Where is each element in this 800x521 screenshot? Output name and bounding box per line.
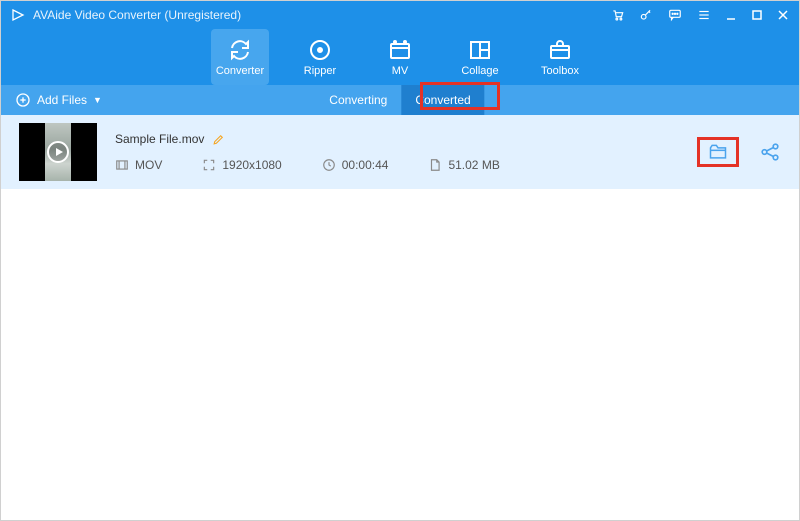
meta-resolution: 1920x1080 — [202, 158, 281, 172]
tab-converter[interactable]: Converter — [211, 29, 269, 85]
status-tabs: Converting Converted — [315, 85, 484, 115]
file-name: Sample File.mov — [115, 132, 204, 146]
collage-icon — [468, 38, 492, 62]
tab-label: Ripper — [304, 65, 336, 77]
ripper-icon — [308, 38, 332, 62]
titlebar: AVAide Video Converter (Unregistered) — [1, 1, 799, 29]
file-resolution: 1920x1080 — [222, 158, 281, 172]
mv-icon — [388, 38, 412, 62]
file-format: MOV — [135, 158, 162, 172]
subbar: Add Files ▼ Converting Converted — [1, 85, 799, 115]
key-icon[interactable] — [639, 8, 653, 22]
window-controls — [611, 8, 789, 22]
app-logo-icon — [11, 8, 25, 22]
open-folder-button[interactable] — [697, 137, 739, 167]
add-files-label: Add Files — [37, 93, 87, 107]
format-icon — [115, 158, 129, 172]
tab-label: Converter — [216, 65, 264, 77]
meta-size: 51.02 MB — [428, 158, 499, 172]
tab-converted[interactable]: Converted — [401, 85, 484, 115]
menu-icon[interactable] — [697, 8, 711, 22]
file-details-row: MOV 1920x1080 00:00:44 51.02 MB — [115, 158, 679, 172]
file-meta: Sample File.mov MOV 1920x1080 00:00:44 5… — [115, 132, 679, 172]
tab-converted-label: Converted — [415, 93, 470, 107]
minimize-icon[interactable] — [725, 9, 737, 21]
add-files-button[interactable]: Add Files ▼ — [1, 92, 102, 108]
file-row: Sample File.mov MOV 1920x1080 00:00:44 5… — [1, 115, 799, 189]
share-button[interactable] — [759, 141, 781, 163]
clock-icon — [322, 158, 336, 172]
plus-circle-icon — [15, 92, 31, 108]
converter-icon — [228, 38, 252, 62]
play-icon — [47, 141, 69, 163]
close-icon[interactable] — [777, 9, 789, 21]
resolution-icon — [202, 158, 216, 172]
meta-duration: 00:00:44 — [322, 158, 389, 172]
tab-converting[interactable]: Converting — [315, 85, 401, 115]
maximize-icon[interactable] — [751, 9, 763, 21]
tab-converting-label: Converting — [329, 93, 387, 107]
share-icon — [759, 141, 781, 163]
tab-label: MV — [392, 65, 409, 77]
main-toolbar: Converter Ripper MV Collage Toolbox — [1, 29, 799, 85]
feedback-icon[interactable] — [667, 8, 683, 22]
file-size: 51.02 MB — [448, 158, 499, 172]
file-duration: 00:00:44 — [342, 158, 389, 172]
tab-label: Collage — [461, 65, 498, 77]
meta-format: MOV — [115, 158, 162, 172]
tab-ripper[interactable]: Ripper — [291, 29, 349, 85]
app-title: AVAide Video Converter (Unregistered) — [33, 8, 611, 22]
chevron-down-icon: ▼ — [93, 95, 102, 105]
video-thumbnail[interactable] — [19, 123, 97, 181]
file-name-row: Sample File.mov — [115, 132, 679, 146]
folder-icon — [706, 142, 730, 162]
file-icon — [428, 158, 442, 172]
row-actions — [697, 137, 781, 167]
edit-name-icon[interactable] — [212, 133, 225, 146]
tab-mv[interactable]: MV — [371, 29, 429, 85]
toolbox-icon — [548, 38, 572, 62]
tab-toolbox[interactable]: Toolbox — [531, 29, 589, 85]
tab-collage[interactable]: Collage — [451, 29, 509, 85]
tab-label: Toolbox — [541, 65, 579, 77]
cart-icon[interactable] — [611, 8, 625, 22]
